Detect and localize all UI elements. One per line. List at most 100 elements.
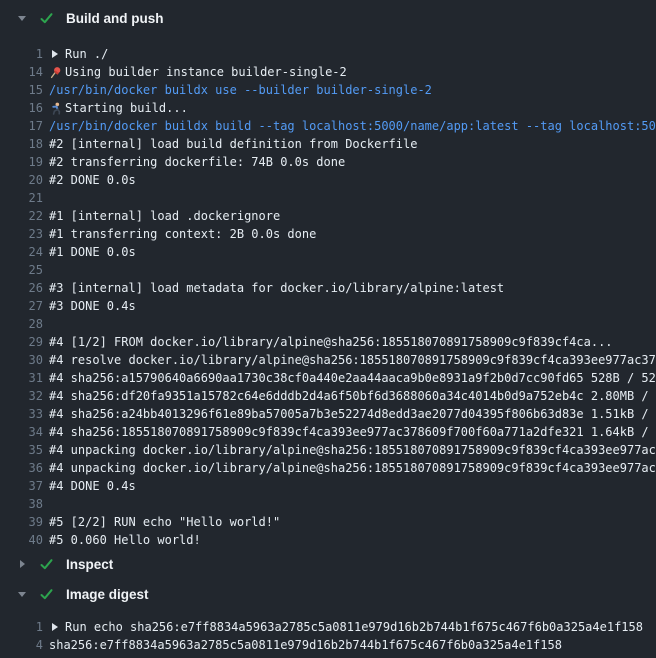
log-text: #4 sha256:df20fa9351a15782c64e6dddb2d4a6… xyxy=(49,387,656,405)
log-line: 34 #4 sha256:185518070891758909c9f839cf4c… xyxy=(0,423,656,441)
section-header-inspect[interactable]: Inspect xyxy=(0,549,656,579)
line-number[interactable]: 36 xyxy=(0,459,43,477)
run-group-toggle-icon[interactable] xyxy=(52,623,58,631)
line-number[interactable]: 21 xyxy=(0,189,43,207)
log-text: Run echo sha256:e7ff8834a5963a2785c5a081… xyxy=(65,618,643,636)
log-line: 1 Run echo sha256:e7ff8834a5963a2785c5a08… xyxy=(0,618,656,636)
line-number[interactable]: 27 xyxy=(0,297,43,315)
log-text: #4 sha256:a24bb4013296f61e89ba57005a7b3e… xyxy=(49,405,656,423)
log-line: 14 Using builder instance builder-single-… xyxy=(0,63,656,81)
log-line: 39 #5 [2/2] RUN echo "Hello world!" xyxy=(0,513,656,531)
chevron-right-icon[interactable] xyxy=(17,560,27,568)
log-line: 15/usr/bin/docker buildx use --builder b… xyxy=(0,81,656,99)
line-number[interactable]: 20 xyxy=(0,171,43,189)
line-number[interactable]: 40 xyxy=(0,531,43,549)
log-text: #2 [internal] load build definition from… xyxy=(49,135,417,153)
line-number[interactable]: 37 xyxy=(0,477,43,495)
line-number[interactable]: 32 xyxy=(0,387,43,405)
line-number[interactable]: 1 xyxy=(0,618,43,636)
log-line: 29 #4 [1/2] FROM docker.io/library/alpine… xyxy=(0,333,656,351)
log-line: 25 xyxy=(0,261,656,279)
line-number[interactable]: 28 xyxy=(0,315,43,333)
log-text: /usr/bin/docker buildx build --tag local… xyxy=(49,117,656,135)
line-number[interactable]: 23 xyxy=(0,225,43,243)
log-line: 37 #4 DONE 0.4s xyxy=(0,477,656,495)
log-text: #5 0.060 Hello world! xyxy=(49,531,201,549)
log-line: 35 #4 unpacking docker.io/library/alpine@… xyxy=(0,441,656,459)
log-line: 40 #5 0.060 Hello world! xyxy=(0,531,656,549)
line-number[interactable]: 26 xyxy=(0,279,43,297)
log-text: #3 [internal] load metadata for docker.i… xyxy=(49,279,504,297)
log-line: 20 #2 DONE 0.0s xyxy=(0,171,656,189)
success-check-icon xyxy=(40,12,53,25)
log-text: #4 sha256:a15790640a6690aa1730c38cf0a440… xyxy=(49,369,656,387)
section-header-image-digest[interactable]: Image digest xyxy=(0,579,656,609)
log-text: #5 [2/2] RUN echo "Hello world!" xyxy=(49,513,280,531)
log-text: #4 [1/2] FROM docker.io/library/alpine@s… xyxy=(49,333,613,351)
log-line: 18 #2 [internal] load build definition fr… xyxy=(0,135,656,153)
line-number[interactable]: 30 xyxy=(0,351,43,369)
log-line: 26 #3 [internal] load metadata for docker… xyxy=(0,279,656,297)
log-text: Using builder instance builder-single-2 xyxy=(65,63,347,81)
log-text: #4 sha256:185518070891758909c9f839cf4ca3… xyxy=(49,423,656,441)
pushpin-icon xyxy=(49,66,62,79)
log-line: 1 Run ./ xyxy=(0,45,656,63)
log-line: 17/usr/bin/docker buildx build --tag loc… xyxy=(0,117,656,135)
log-text: #4 unpacking docker.io/library/alpine@sh… xyxy=(49,459,656,477)
log-line: 27 #3 DONE 0.4s xyxy=(0,297,656,315)
log-text: #4 unpacking docker.io/library/alpine@sh… xyxy=(49,441,656,459)
log-line: 23 #1 transferring context: 2B 0.0s done xyxy=(0,225,656,243)
line-number[interactable]: 18 xyxy=(0,135,43,153)
line-number[interactable]: 22 xyxy=(0,207,43,225)
line-number[interactable]: 33 xyxy=(0,405,43,423)
line-number[interactable]: 29 xyxy=(0,333,43,351)
log-text: /usr/bin/docker buildx use --builder bui… xyxy=(49,81,432,99)
chevron-down-icon[interactable] xyxy=(17,16,27,21)
line-number[interactable]: 24 xyxy=(0,243,43,261)
log-text: #1 DONE 0.0s xyxy=(49,243,136,261)
log-text: sha256:e7ff8834a5963a2785c5a0811e979d16b… xyxy=(49,636,562,654)
line-number[interactable]: 19 xyxy=(0,153,43,171)
log-line: 22 #1 [internal] load .dockerignore xyxy=(0,207,656,225)
log-line: 36 #4 unpacking docker.io/library/alpine@… xyxy=(0,459,656,477)
log-text: Run ./ xyxy=(65,45,108,63)
line-number[interactable]: 1 xyxy=(0,45,43,63)
log-lines-image-digest: 1 Run echo sha256:e7ff8834a5963a2785c5a08… xyxy=(0,609,656,654)
line-number[interactable]: 25 xyxy=(0,261,43,279)
chevron-down-icon[interactable] xyxy=(17,592,27,597)
line-number[interactable]: 35 xyxy=(0,441,43,459)
success-check-icon xyxy=(40,558,53,571)
log-line: 30 #4 resolve docker.io/library/alpine@sh… xyxy=(0,351,656,369)
line-number[interactable]: 34 xyxy=(0,423,43,441)
line-number[interactable]: 31 xyxy=(0,369,43,387)
line-number[interactable]: 38 xyxy=(0,495,43,513)
section-title: Inspect xyxy=(66,557,113,572)
log-text: #2 transferring dockerfile: 74B 0.0s don… xyxy=(49,153,345,171)
line-number[interactable]: 15 xyxy=(0,81,43,99)
log-text: #3 DONE 0.4s xyxy=(49,297,136,315)
log-line: 19 #2 transferring dockerfile: 74B 0.0s d… xyxy=(0,153,656,171)
log-text: #1 [internal] load .dockerignore xyxy=(49,207,280,225)
workflow-log-viewer: Build and push 1Run ./14Using builder in… xyxy=(0,0,656,658)
line-number[interactable]: 14 xyxy=(0,63,43,81)
section-header-build-and-push[interactable]: Build and push xyxy=(0,0,656,36)
success-check-icon xyxy=(40,588,53,601)
log-line: 33 #4 sha256:a24bb4013296f61e89ba57005a7b… xyxy=(0,405,656,423)
log-line: 38 xyxy=(0,495,656,513)
log-text: #2 DONE 0.0s xyxy=(49,171,136,189)
log-text: #1 transferring context: 2B 0.0s done xyxy=(49,225,316,243)
log-line: 16 Starting build... xyxy=(0,99,656,117)
line-number[interactable]: 4 xyxy=(0,636,43,654)
log-lines-build-and-push: 1 Run ./ 14 Using builder instance builder-… xyxy=(0,36,656,549)
log-line: 21 xyxy=(0,189,656,207)
line-number[interactable]: 16 xyxy=(0,99,43,117)
log-text: #4 DONE 0.4s xyxy=(49,477,136,495)
log-line: 32 #4 sha256:df20fa9351a15782c64e6dddb2d4… xyxy=(0,387,656,405)
log-text: #4 resolve docker.io/library/alpine@sha2… xyxy=(49,351,656,369)
line-number[interactable]: 39 xyxy=(0,513,43,531)
line-number[interactable]: 17 xyxy=(0,117,43,135)
log-text: Starting build... xyxy=(65,99,188,117)
log-line: 24 #1 DONE 0.0s xyxy=(0,243,656,261)
run-group-toggle-icon[interactable] xyxy=(52,50,58,58)
log-line: 4 sha256:e7ff8834a5963a2785c5a0811e979d16… xyxy=(0,636,656,654)
